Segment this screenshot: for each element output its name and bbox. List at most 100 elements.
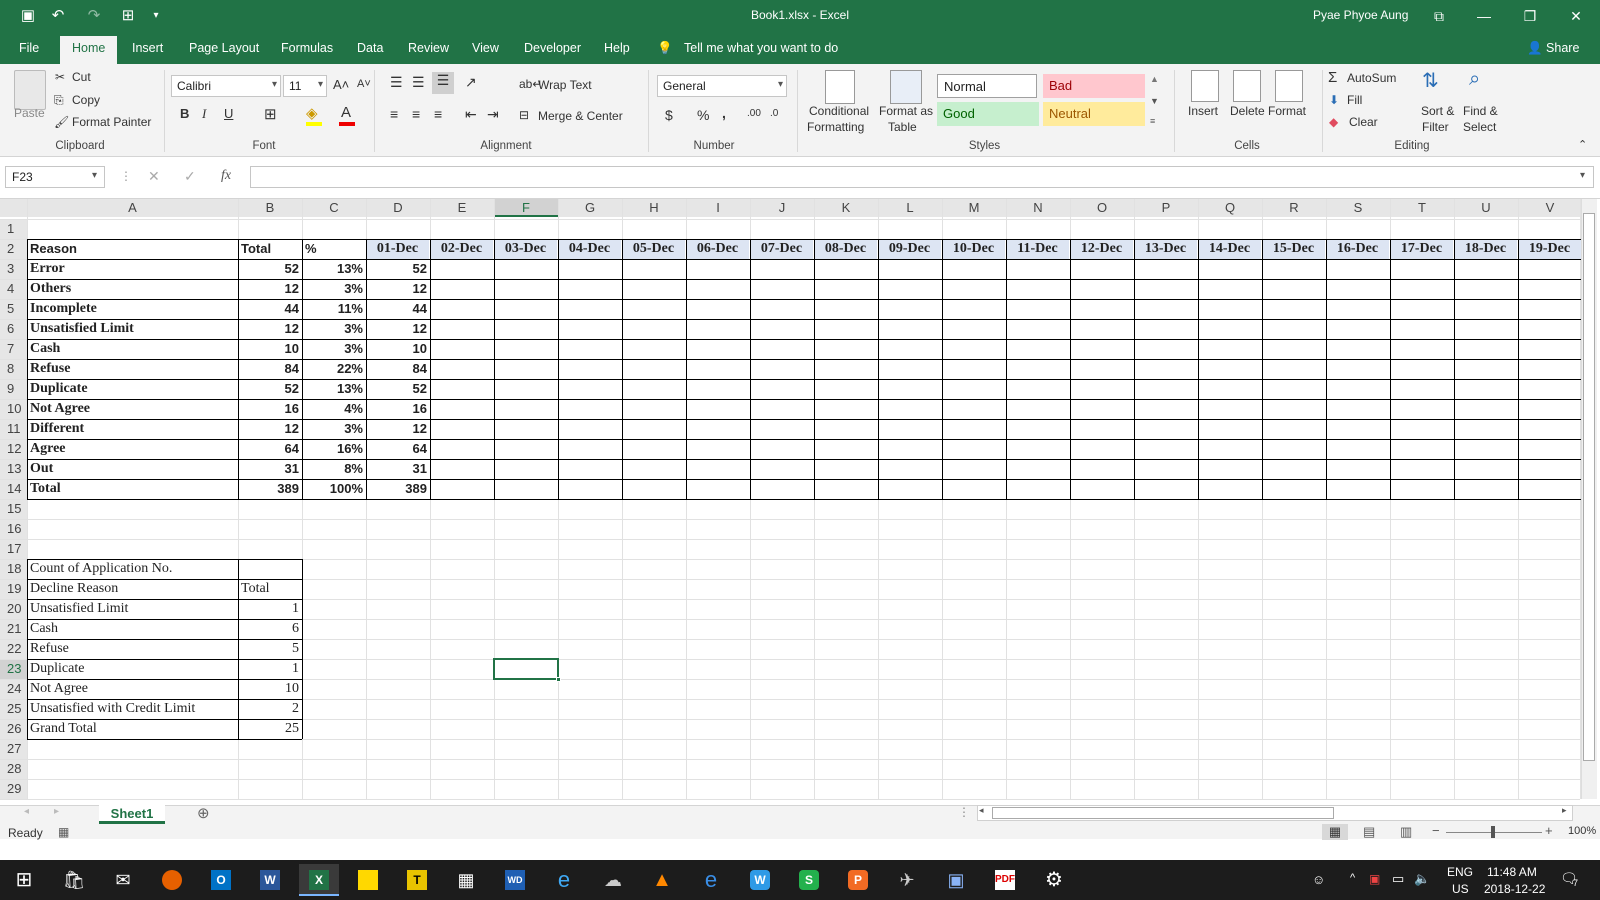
sheet-scroll-left-icon[interactable]: ◂ — [24, 806, 29, 817]
row-header-10[interactable]: 10 — [0, 399, 27, 419]
tell-me-search[interactable]: Tell me what you want to do — [684, 41, 838, 55]
row-header-22[interactable]: 22 — [0, 639, 27, 659]
column-header-f[interactable]: F — [494, 199, 558, 217]
row-header-16[interactable]: 16 — [0, 519, 27, 539]
column-header-o[interactable]: O — [1070, 199, 1134, 217]
row-header-9[interactable]: 9 — [0, 379, 27, 399]
bold-button[interactable]: B — [180, 106, 189, 121]
zoom-level[interactable]: 100% — [1568, 825, 1596, 837]
underline-button[interactable]: U — [224, 106, 233, 121]
row-header-11[interactable]: 11 — [0, 419, 27, 439]
number-format-select[interactable]: General — [657, 75, 787, 97]
wps-spreadsheet-icon[interactable]: S — [789, 864, 829, 896]
fill-button[interactable]: Fill — [1347, 93, 1362, 107]
app-icon[interactable]: ☁ — [593, 864, 633, 896]
column-header-m[interactable]: M — [942, 199, 1006, 217]
minimize-icon[interactable]: — — [1464, 4, 1504, 28]
conditional-formatting-button[interactable]: Conditional — [809, 104, 869, 118]
increase-decimal-icon[interactable]: .00 — [747, 108, 761, 119]
volume-icon[interactable]: 🔈 — [1414, 871, 1430, 887]
confirm-edit-icon[interactable]: ✓ — [184, 168, 196, 185]
italic-button[interactable]: I — [202, 106, 206, 122]
clear-icon[interactable]: ◆ — [1329, 115, 1338, 129]
decrease-indent-icon[interactable]: ⇤ — [465, 106, 477, 123]
tab-home[interactable]: Home — [60, 36, 118, 64]
row-header-14[interactable]: 14 — [0, 479, 27, 499]
column-header-j[interactable]: J — [750, 199, 814, 217]
styles-scroll-down-icon[interactable]: ▼ — [1150, 96, 1159, 106]
delete-cells-icon[interactable] — [1233, 70, 1261, 102]
format-as-table-icon[interactable] — [890, 70, 922, 104]
row-header-3[interactable]: 3 — [0, 259, 27, 279]
align-top-icon[interactable]: ☰ — [390, 74, 403, 91]
scroll-left-icon[interactable]: ◂ — [979, 805, 984, 816]
row-header-23[interactable]: 23 — [0, 659, 27, 679]
currency-button[interactable]: $ — [665, 107, 673, 123]
select-all-corner[interactable] — [0, 199, 27, 217]
copy-icon[interactable]: ⎘ — [54, 93, 64, 108]
column-header-e[interactable]: E — [430, 199, 494, 217]
row-header-13[interactable]: 13 — [0, 459, 27, 479]
tab-formulas[interactable]: Formulas — [281, 41, 333, 55]
borders-icon[interactable]: ⊞ — [264, 105, 277, 123]
sort-filter-icon[interactable]: ⇅ — [1422, 68, 1439, 93]
copy-button[interactable]: Copy — [72, 93, 100, 107]
internet-explorer-icon[interactable]: e — [544, 864, 584, 896]
styles-more-icon[interactable]: ≡ — [1150, 116, 1155, 126]
decrease-font-icon[interactable]: A˅ — [357, 78, 371, 90]
fill-icon[interactable]: ⬇ — [1329, 93, 1339, 107]
merge-center-icon[interactable]: ⊟ — [519, 108, 529, 122]
row-header-12[interactable]: 12 — [0, 439, 27, 459]
style-good[interactable]: Good — [937, 102, 1039, 126]
user-name[interactable]: Pyae Phyoe Aung — [1313, 8, 1408, 22]
row-header-21[interactable]: 21 — [0, 619, 27, 639]
column-header-c[interactable]: C — [302, 199, 366, 217]
column-header-b[interactable]: B — [238, 199, 302, 217]
row-header-15[interactable]: 15 — [0, 499, 27, 519]
cut-button[interactable]: Cut — [72, 70, 91, 84]
tab-split-handle[interactable]: ⋮ — [958, 805, 970, 819]
orientation-icon[interactable]: ↗ — [465, 74, 477, 91]
outlook-icon[interactable]: O — [201, 864, 241, 896]
collapse-ribbon-icon[interactable]: ⌃ — [1578, 138, 1587, 151]
style-neutral[interactable]: Neutral — [1043, 102, 1145, 126]
wps-presentation-icon[interactable]: P — [838, 864, 878, 896]
row-header-28[interactable]: 28 — [0, 759, 27, 779]
people-icon[interactable]: ☺ — [1312, 872, 1325, 887]
format-as-table-button[interactable]: Format as — [879, 104, 933, 118]
column-header-t[interactable]: T — [1390, 199, 1454, 217]
increase-font-icon[interactable]: A˄ — [333, 77, 349, 92]
store-icon[interactable]: 🛍 — [54, 864, 94, 896]
column-header-r[interactable]: R — [1262, 199, 1326, 217]
pdf-icon[interactable]: PDF — [985, 864, 1025, 896]
vertical-scrollbar-thumb[interactable] — [1583, 213, 1595, 761]
column-header-k[interactable]: K — [814, 199, 878, 217]
conditional-formatting-icon[interactable] — [825, 70, 855, 104]
column-header-l[interactable]: L — [878, 199, 942, 217]
row-header-25[interactable]: 25 — [0, 699, 27, 719]
autosum-button[interactable]: AutoSum — [1347, 71, 1396, 85]
align-right-icon[interactable]: ≡ — [434, 106, 442, 122]
column-header-d[interactable]: D — [366, 199, 430, 217]
decrease-decimal-icon[interactable]: .0 — [770, 108, 778, 119]
style-bad[interactable]: Bad — [1043, 74, 1145, 98]
firefox-icon[interactable] — [152, 864, 192, 896]
vlc-icon[interactable]: ▲ — [642, 864, 682, 896]
align-bottom-icon[interactable]: ☰ — [432, 72, 454, 94]
zoom-slider-thumb[interactable] — [1491, 826, 1495, 838]
selected-cell-f23[interactable] — [493, 658, 559, 680]
sheet-tab-sheet1[interactable]: Sheet1 — [99, 804, 165, 824]
insert-function-icon[interactable]: fx — [221, 168, 231, 184]
name-box[interactable]: F23 — [5, 166, 105, 188]
format-painter-button[interactable]: Format Painter — [72, 115, 151, 129]
row-header-17[interactable]: 17 — [0, 539, 27, 559]
paste-icon[interactable] — [14, 70, 46, 110]
tab-insert[interactable]: Insert — [132, 41, 163, 55]
excel-taskbar-icon[interactable]: X — [299, 864, 339, 896]
input-language[interactable]: ENG — [1447, 865, 1473, 879]
mail-icon[interactable]: ✉ — [103, 864, 143, 896]
cancel-edit-icon[interactable]: ✕ — [148, 168, 160, 185]
windows-start-icon[interactable]: ⊞ — [4, 864, 44, 896]
scroll-right-icon[interactable]: ▸ — [1562, 805, 1567, 816]
font-name-select[interactable]: Calibri — [171, 75, 281, 97]
